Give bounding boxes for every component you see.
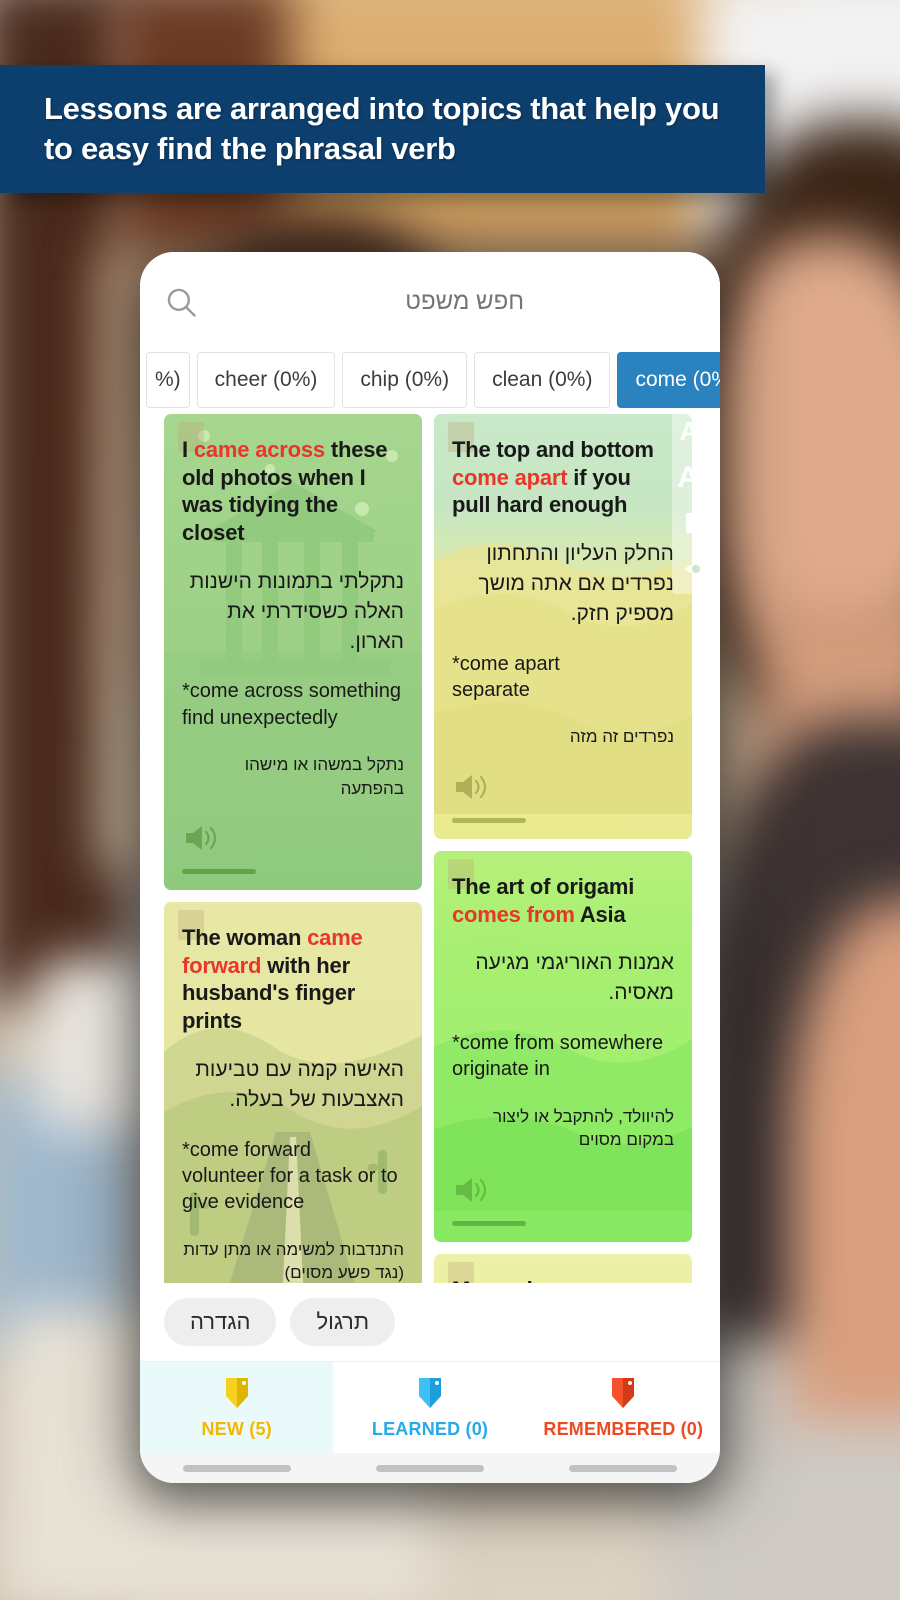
topic-chip-clean[interactable]: clean (0%)	[474, 352, 611, 408]
topic-chip-partial[interactable]: %)	[146, 352, 190, 408]
search-input[interactable]	[214, 288, 720, 316]
progress-bar-new	[182, 1464, 291, 1472]
card-footer	[452, 771, 674, 829]
card-definition-he: להיוולד, להתקבל או ליצור במקום מסוים	[493, 1106, 674, 1150]
phrase-card-came-across[interactable]: I came across these old photos when I wa…	[164, 414, 422, 890]
speaker-icon[interactable]	[182, 822, 220, 854]
phrase-card-came-down-with[interactable]: My nephew came down with chicken pox	[434, 1253, 692, 1283]
nav-tab-remembered[interactable]: REMEMBERED (0)	[527, 1362, 720, 1453]
sentence-suffix: Asia	[574, 901, 626, 927]
card-definition-he: נפרדים זה מזה	[569, 727, 674, 747]
phone-mockup: %) cheer (0%) chip (0%) clean (0%) come …	[140, 252, 720, 1483]
topic-chip-row[interactable]: %) cheer (0%) chip (0%) clean (0%) come …	[140, 352, 720, 408]
card-definition-he: נתקל במשהו או מישהו בהפתעה	[244, 755, 404, 798]
sentence-prefix: The top and bottom	[452, 437, 654, 462]
card-sentence-he: החלק העליון והתחתון נפרדים אם אתה מושך מ…	[478, 542, 674, 625]
action-pill-practice[interactable]: תרגול	[290, 1298, 396, 1346]
card-definition-en: *come across something find unexpectedly	[182, 680, 401, 729]
sentence-prefix: The art of origami	[452, 873, 635, 899]
card-footer	[452, 1174, 674, 1232]
sentence-prefix: The woman	[182, 925, 308, 950]
card-progress-bar	[452, 1220, 526, 1226]
nav-label-new: NEW (5)	[201, 1418, 272, 1439]
phrase-card-comes-from[interactable]: The art of origami comes from Asia אמנות…	[434, 850, 692, 1242]
progress-cell-new	[140, 1453, 333, 1483]
headline-banner: Lessons are arranged into topics that he…	[0, 65, 765, 193]
card-sentence-he: האישה קמה עם טביעות האצבעות של בעלה.	[195, 1057, 404, 1111]
action-pill-row[interactable]: הגדרה תרגול	[140, 1283, 720, 1361]
progress-bar-remembered	[569, 1464, 678, 1472]
layout-grid-icon[interactable]	[681, 508, 711, 538]
card-sentence-he: אמנות האוריגמי מגיעה מאסיה.	[475, 951, 674, 1005]
font-decrease-icon[interactable]: A⁻	[680, 416, 713, 446]
phrase-card-came-forward[interactable]: The woman came forward with her husband'…	[164, 902, 422, 1283]
font-increase-icon[interactable]: A⁺	[677, 461, 715, 494]
search-bar	[140, 252, 720, 352]
headline-text: Lessons are arranged into topics that he…	[44, 91, 720, 166]
phrasal-verb-highlight: comes from	[452, 901, 575, 927]
action-pill-definition[interactable]: הגדרה	[164, 1298, 277, 1346]
tag-blue-icon	[418, 1377, 441, 1408]
phrasal-verb-highlight: came across	[193, 437, 325, 462]
card-sentence-en: The art of origami comes from Asia	[452, 873, 674, 928]
speaker-icon[interactable]	[452, 771, 490, 803]
phrasal-verb-highlight: come apart	[452, 464, 568, 490]
eye-icon[interactable]	[681, 554, 711, 584]
sentence-prefix: My nephew	[452, 1277, 575, 1283]
card-sentence-en: My nephew came down with chicken pox	[452, 1276, 674, 1283]
floating-view-toolbar[interactable]: A⁻ A⁺	[672, 408, 720, 594]
phrase-card-come-apart[interactable]: The top and bottom come apart if you pul…	[434, 414, 692, 839]
topic-chip-chip[interactable]: chip (0%)	[342, 352, 468, 408]
progress-bar-learned	[375, 1464, 484, 1472]
tag-red-icon	[612, 1377, 635, 1408]
card-sentence-en: The top and bottom come apart if you pul…	[452, 436, 674, 519]
sentence-prefix: I	[182, 437, 194, 462]
nav-label-remembered: REMEMBERED (0)	[543, 1418, 704, 1439]
card-sentence-he: נתקלתי בתמונות הישנות האלה כשסידרתי את ה…	[189, 569, 404, 653]
topic-chip-cheer[interactable]: cheer (0%)	[196, 352, 336, 408]
card-footer	[182, 822, 404, 880]
nav-tab-new[interactable]: NEW (5)	[140, 1362, 334, 1453]
nav-label-learned: LEARNED (0)	[371, 1418, 489, 1439]
progress-cell-learned	[333, 1453, 526, 1483]
card-sentence-en: The woman came forward with her husband'…	[182, 924, 404, 1035]
progress-cell-remembered	[527, 1453, 720, 1483]
card-sentence-en: I came across these old photos when I wa…	[182, 436, 404, 547]
card-definition-he: התנדבות למשימה או מתן עדות (נגד פשע מסוי…	[183, 1239, 404, 1283]
speaker-icon[interactable]	[452, 1174, 490, 1206]
card-definition-en: *come from somewhere originate in	[452, 1031, 664, 1081]
card-definition-en: *come forward volunteer for a task or to…	[182, 1138, 398, 1214]
bottom-progress-strip	[140, 1453, 720, 1483]
topic-chip-come[interactable]: come (0%)	[617, 352, 720, 408]
card-definition-en: *come apart separate	[452, 652, 560, 701]
bottom-navigation[interactable]: NEW (5) LEARNED (0) REMEMBERED (0)	[140, 1361, 720, 1453]
tag-yellow-icon	[225, 1377, 248, 1408]
nav-tab-learned[interactable]: LEARNED (0)	[333, 1362, 526, 1453]
card-progress-bar	[182, 869, 256, 874]
card-progress-bar	[452, 817, 526, 823]
search-icon[interactable]	[164, 285, 198, 319]
phrase-card-grid[interactable]: I came across these old photos when I wa…	[140, 408, 720, 1283]
